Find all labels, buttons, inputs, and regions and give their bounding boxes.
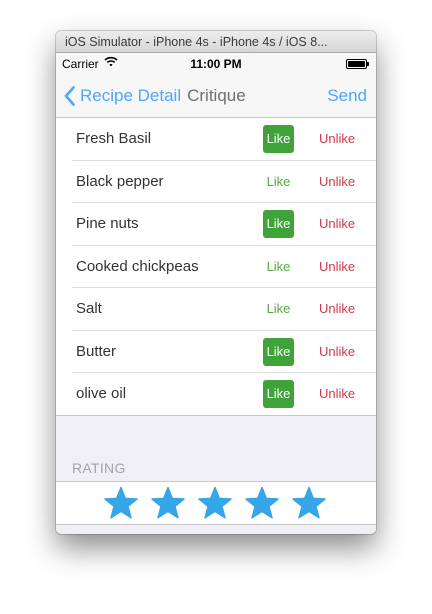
like-button[interactable]: Like [263,168,294,196]
back-button-label: Recipe Detail [80,86,182,105]
status-bar: Carrier 11:00 PM [56,53,376,73]
ingredient-name: olive oil [76,385,127,402]
star-rating [103,486,327,522]
ingredient-name: Pine nuts [76,215,139,232]
star-icon[interactable] [197,486,233,522]
ingredient-row: olive oil Like Unlike [56,373,376,416]
like-button[interactable]: Like [263,253,294,281]
ingredient-row: Fresh Basil Like Unlike [56,118,376,161]
battery-icon [346,59,370,69]
nav-title: Critique [187,86,246,105]
star-icon[interactable] [244,486,280,522]
send-button[interactable]: Send [327,86,367,106]
unlike-button[interactable]: Unlike [319,301,355,316]
ingredient-row: Salt Like Unlike [56,288,376,331]
ingredient-row: Black pepper Like Unlike [56,161,376,204]
navigation-bar: Recipe Detail Critique Send [56,73,376,118]
like-button[interactable]: Like [263,125,294,153]
star-icon[interactable] [103,486,139,522]
star-icon[interactable] [291,486,327,522]
back-button[interactable]: Recipe Detail Critique [64,84,246,108]
like-button[interactable]: Like [263,210,294,238]
unlike-button[interactable]: Unlike [319,259,355,274]
like-button[interactable]: Like [263,337,294,366]
unlike-button[interactable]: Unlike [319,174,355,189]
unlike-button[interactable]: Unlike [319,386,355,401]
rating-control [56,481,376,525]
unlike-button[interactable]: Unlike [319,344,355,359]
unlike-button[interactable]: Unlike [319,216,355,231]
ingredient-name: Butter [76,342,117,360]
ingredient-row: Cooked chickpeas Like Unlike [56,246,376,289]
window-title-bar: iOS Simulator - iPhone 4s - iPhone 4s / … [56,31,376,53]
chevron-left-icon [64,86,75,106]
ingredient-row: Pine nuts Like Unlike [56,203,376,246]
window-title: iOS Simulator - iPhone 4s - iPhone 4s / … [65,35,328,49]
rating-section-header: RATING [72,460,126,476]
ingredient-name: Cooked chickpeas [76,257,199,275]
simulator-window: iOS Simulator - iPhone 4s - iPhone 4s / … [56,31,376,534]
unlike-button[interactable]: Unlike [319,131,355,146]
ingredient-name: Salt [76,300,102,317]
like-button[interactable]: Like [263,380,294,408]
status-time: 11:00 PM [190,57,242,71]
ingredient-list: Fresh Basil Like Unlike Black pepper Like Unl… [56,118,376,416]
ingredient-name: Black pepper [76,172,164,190]
ingredient-name: Fresh Basil [76,130,152,147]
iphone-screen: Carrier 11:00 PM Recipe Detail Critique … [56,53,376,534]
ingredient-row: Butter Like Unlike [56,331,376,374]
star-icon[interactable] [150,486,186,522]
like-button[interactable]: Like [263,295,294,323]
